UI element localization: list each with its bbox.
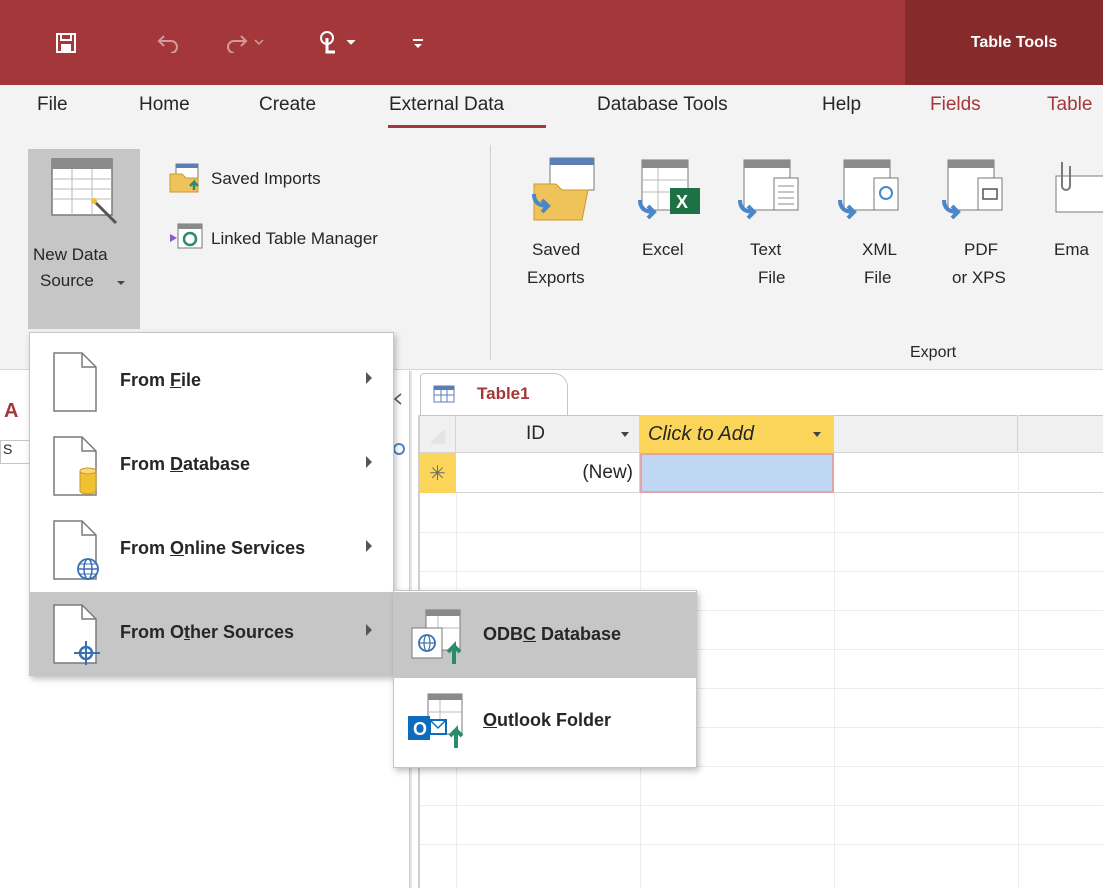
table1-tab-label: Table1 <box>477 384 530 403</box>
odbc-database-icon <box>411 609 462 664</box>
linked-table-manager-label: Linked Table Manager <box>211 229 378 248</box>
odbc-database-label: ODBC Database <box>483 624 622 644</box>
xml-file-label-line1: XML <box>862 240 897 259</box>
from-database-label: From Database <box>120 454 251 474</box>
linked-table-manager-button[interactable]: Linked Table Manager <box>160 220 460 258</box>
saved-imports-icon <box>169 163 199 193</box>
linked-table-manager-icon <box>170 223 203 249</box>
text-file-label-line2: File <box>758 268 786 287</box>
submenu-arrow-icon <box>366 456 372 468</box>
tab-file[interactable]: File <box>37 94 68 116</box>
tab-create[interactable]: Create <box>259 94 316 116</box>
menu-item-from-file[interactable]: From File <box>30 340 393 424</box>
submenu-item-outlook-folder[interactable]: O Outlook Folder <box>394 678 696 764</box>
table-tools-context-label: Table Tools <box>905 0 1103 85</box>
grid-line <box>420 532 1103 533</box>
pdf-label-line1: PDF <box>964 240 998 259</box>
id-new-cell[interactable]: (New) <box>456 453 640 493</box>
click-to-add-label: Click to Add <box>648 422 754 445</box>
menu-item-from-online-services[interactable]: From Online Services <box>30 508 393 592</box>
database-icon <box>53 436 97 496</box>
saved-exports-icon <box>532 157 595 221</box>
text-file-icon <box>738 159 799 220</box>
grid-line <box>1018 415 1019 888</box>
submenu-arrow-icon <box>366 372 372 384</box>
new-data-source-label-line1: New Data <box>33 245 108 264</box>
nav-search-icon[interactable] <box>392 441 406 463</box>
select-all-corner[interactable] <box>420 415 456 453</box>
from-other-sources-label: From Other Sources <box>120 622 295 642</box>
saved-exports-label-line2: Exports <box>527 268 585 287</box>
grid-line <box>420 571 1103 572</box>
export-xml-file-button[interactable]: XML File <box>832 150 908 300</box>
new-data-source-icon <box>51 158 118 225</box>
undo-icon[interactable] <box>150 0 186 85</box>
text-file-label-line1: Text <box>750 240 782 259</box>
redo-icon[interactable] <box>222 0 268 85</box>
from-file-label: From File <box>120 370 202 390</box>
excel-label: Excel <box>642 240 684 259</box>
svg-text:X: X <box>676 192 688 212</box>
pdf-label-line2: or XPS <box>952 268 1006 287</box>
ribbon-tab-bar: File Home Create External Data Database … <box>0 85 1103 133</box>
tab-home[interactable]: Home <box>139 94 190 116</box>
export-text-file-button[interactable]: Text File <box>732 150 808 300</box>
xml-file-icon <box>838 159 899 220</box>
saved-imports-label: Saved Imports <box>211 169 321 188</box>
tab-external-data[interactable]: External Data <box>389 94 504 116</box>
export-excel-button[interactable]: X Excel <box>630 150 716 300</box>
file-icon <box>53 352 97 412</box>
saved-exports-button[interactable]: Saved Exports <box>518 150 608 300</box>
xml-file-label-line2: File <box>864 268 892 287</box>
saved-exports-label-line1: Saved <box>532 240 581 259</box>
tab-database-tools[interactable]: Database Tools <box>597 94 728 116</box>
excel-icon: X <box>638 159 700 220</box>
customize-qat-icon[interactable] <box>406 0 430 85</box>
column-filter-dropdown-icon[interactable] <box>620 431 630 439</box>
new-record-selector[interactable]: ✳ <box>420 453 456 493</box>
tab-table[interactable]: Table <box>1047 94 1092 116</box>
click-to-add-column-header[interactable]: Click to Add <box>640 415 834 453</box>
export-group-label: Export <box>910 344 957 361</box>
submenu-item-odbc-database[interactable]: ODBC Database <box>394 592 696 678</box>
outlook-folder-icon: O <box>408 693 464 748</box>
tab-fields[interactable]: Fields <box>930 94 981 116</box>
click-to-add-dropdown-icon[interactable] <box>812 431 822 439</box>
export-pdf-button[interactable]: PDF or XPS <box>936 150 1022 300</box>
outlook-folder-label: Outlook Folder <box>483 710 612 730</box>
touch-mode-icon[interactable] <box>312 0 362 85</box>
nav-search-placeholder: S <box>3 441 13 457</box>
table-icon <box>433 385 455 403</box>
dropdown-caret-icon <box>117 281 125 285</box>
export-email-button[interactable]: Ema <box>1040 150 1103 300</box>
nav-search-input[interactable]: S <box>0 440 30 464</box>
svg-text:O: O <box>413 719 427 739</box>
submenu-arrow-icon <box>366 624 372 636</box>
email-attachment-icon <box>1055 162 1103 213</box>
save-icon[interactable] <box>48 0 84 85</box>
tab-help[interactable]: Help <box>822 94 861 116</box>
new-data-source-label-line2: Source <box>40 271 94 290</box>
other-sources-icon <box>53 604 100 665</box>
submenu-arrow-icon <box>366 540 372 552</box>
ribbon-group-separator <box>490 145 491 360</box>
pdf-icon <box>942 159 1003 220</box>
menu-item-from-other-sources[interactable]: From Other Sources <box>30 592 393 676</box>
email-label: Ema <box>1054 240 1089 259</box>
online-globe-icon <box>53 520 99 580</box>
empty-header-cell <box>834 415 1018 453</box>
column-header-id[interactable]: ID <box>456 415 640 453</box>
menu-item-from-database[interactable]: From Database <box>30 424 393 508</box>
nav-pane-title: A <box>4 400 19 422</box>
from-online-services-label: From Online Services <box>120 538 306 558</box>
active-tab-indicator <box>388 125 546 128</box>
column-header-id-label: ID <box>526 423 545 444</box>
grid-line <box>420 844 1103 845</box>
title-bar: Table Tools <box>0 0 1103 85</box>
click-to-add-cell[interactable] <box>640 453 834 493</box>
grid-line <box>834 493 835 888</box>
saved-imports-button[interactable]: Saved Imports <box>160 160 370 198</box>
grid-line <box>420 805 1103 806</box>
